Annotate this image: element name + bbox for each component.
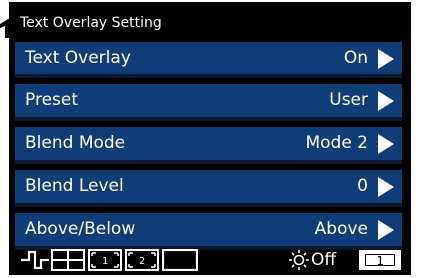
row-divider [15,160,402,164]
blank-frame-icon [162,249,198,271]
marker-1-icon: 1 [88,249,122,271]
arrow-right-icon [378,49,394,69]
backlight-status: Off [289,249,353,271]
status-bar: 1 2 Off 1 [15,249,402,271]
menu-row-value: User [329,90,368,110]
arrow-right-icon [378,134,394,154]
svg-text:1: 1 [102,256,108,267]
marker-2-icon: 2 [125,249,159,271]
settings-menu: Text Overlay On Preset User Blend Mode M… [15,42,402,256]
menu-row-value: Mode 2 [305,133,368,153]
arrow-right-icon [378,91,394,111]
menu-row-label: Text Overlay [25,48,131,68]
menu-row-label: Blend Level [25,176,124,196]
osd-title: Text Overlay Setting [20,15,162,31]
row-divider [15,203,402,207]
menu-row-label: Blend Mode [25,133,126,153]
channel-number: 1 [365,254,395,267]
menu-row-label: Preset [25,90,79,110]
menu-row-preset[interactable]: Preset User [15,84,402,127]
menu-row-label: Above/Below [25,219,136,239]
waveform-icon [21,250,49,270]
osd-panel: Text Overlay Setting Text Overlay On Pre… [9,2,411,275]
menu-row-text-overlay[interactable]: Text Overlay On [15,42,402,84]
menu-row-value: Above [314,219,368,239]
backlight-label: Off [311,250,337,270]
row-divider [15,117,402,121]
menu-row-value: 0 [357,176,368,196]
menu-row-blend-level[interactable]: Blend Level 0 [15,170,402,213]
arrow-right-icon [378,220,394,240]
sun-icon [289,250,309,270]
menu-row-blend-mode[interactable]: Blend Mode Mode 2 [15,127,402,170]
row-divider [15,74,402,78]
split-screen-icon [51,249,85,271]
arrow-right-icon [378,177,394,197]
channel-indicator: 1 [359,250,401,270]
menu-row-value: On [343,48,368,68]
svg-text:2: 2 [139,256,145,267]
